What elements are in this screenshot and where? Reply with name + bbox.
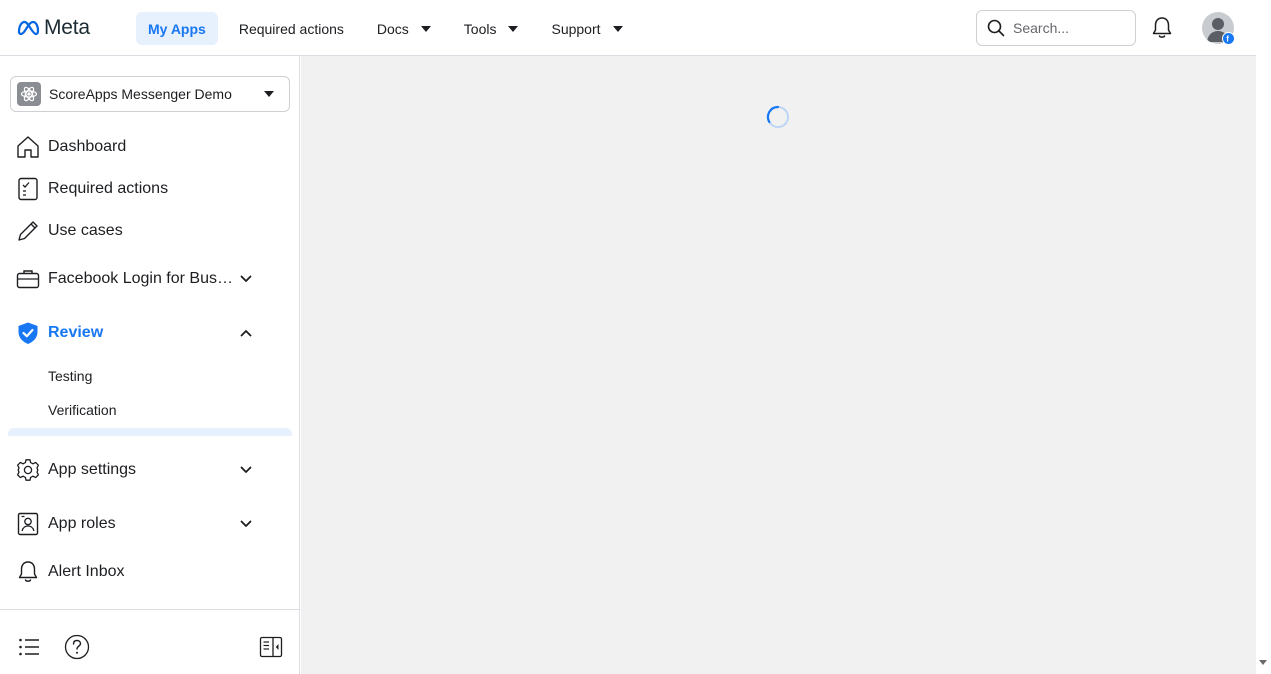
selected-item-highlight (8, 428, 292, 436)
svg-text:f: f (1226, 35, 1229, 44)
bell-icon (16, 560, 40, 584)
sidebar-item-label: Facebook Login for Business (48, 270, 234, 287)
top-nav: My Apps Required actions Docs Tools Supp… (136, 12, 644, 45)
sidebar-item-app-roles[interactable]: App roles (8, 504, 292, 544)
sidebar-item-alert-inbox[interactable]: Alert Inbox (8, 552, 292, 592)
home-icon (16, 135, 40, 159)
nav-required-actions[interactable]: Required actions (227, 12, 356, 45)
chevron-down-icon (234, 458, 258, 482)
brand-name: Meta (44, 16, 90, 39)
sidebar-subitem-verification[interactable]: Verification (48, 402, 116, 418)
sidebar-item-label: App settings (48, 461, 137, 478)
sidebar-item-facebook-login[interactable]: Facebook Login for Business (8, 259, 292, 299)
bell-icon (1152, 17, 1172, 38)
caret-down-icon (508, 26, 519, 32)
nav-label: Docs (376, 20, 409, 37)
sidebar-subitem-testing[interactable]: Testing (48, 368, 92, 384)
sidebar-item-label: Review (48, 324, 104, 341)
nav-label: Support (551, 20, 601, 37)
sidebar-item-label: Dashboard (48, 138, 127, 155)
search-input[interactable] (1013, 20, 1123, 36)
sidebar-item-label: App roles (48, 515, 116, 532)
facebook-badge-icon: f (1222, 32, 1235, 45)
sidebar-item-required-actions[interactable]: Required actions (8, 169, 292, 209)
caret-down-icon (264, 91, 274, 97)
nav-label: Tools (463, 20, 497, 37)
caret-down-icon (420, 26, 431, 32)
list-view-button[interactable] (16, 634, 42, 660)
help-circle-icon (64, 634, 90, 660)
app-atom-icon (17, 82, 41, 106)
sidebar-collapse-icon (259, 636, 283, 658)
app-selector-dropdown[interactable]: ScoreApps Messenger Demo (10, 76, 290, 112)
person-badge-icon (16, 512, 40, 536)
avatar[interactable]: f (1202, 12, 1235, 45)
caret-down-icon (612, 26, 623, 32)
sidebar-item-review[interactable]: Review (8, 313, 292, 353)
help-button[interactable] (64, 634, 90, 660)
chevron-down-icon (234, 512, 258, 536)
nav-my-apps[interactable]: My Apps (136, 12, 218, 45)
chevron-up-icon (234, 321, 258, 345)
sidebar-item-label: Use cases (48, 222, 123, 239)
checklist-icon (16, 177, 40, 201)
search-icon (987, 19, 1005, 37)
main-content (301, 56, 1256, 674)
scroll-down-arrow-icon[interactable] (1259, 660, 1267, 665)
shield-check-icon (16, 321, 40, 345)
gear-icon (16, 458, 40, 482)
sidebar-item-use-cases[interactable]: Use cases (8, 211, 292, 251)
sidebar-footer (0, 609, 300, 674)
nav-label: Required actions (238, 20, 344, 37)
notifications-button[interactable] (1151, 16, 1173, 45)
loading-spinner-icon (766, 105, 789, 128)
nav-tools[interactable]: Tools (452, 12, 531, 45)
sidebar-item-label: Alert Inbox (48, 563, 125, 580)
sidebar-item-label: Required actions (48, 180, 169, 197)
meta-infinity-icon (17, 20, 40, 36)
nav-support[interactable]: Support (539, 12, 634, 45)
briefcase-icon (16, 267, 40, 291)
sidebar: ScoreApps Messenger Demo Dashboard Requi… (0, 56, 300, 674)
collapse-sidebar-button[interactable] (258, 634, 284, 660)
pencil-icon (16, 219, 40, 243)
nav-label: My Apps (148, 20, 206, 37)
sidebar-item-dashboard[interactable]: Dashboard (8, 127, 292, 167)
page-scrollbar[interactable] (1256, 0, 1271, 674)
app-name: ScoreApps Messenger Demo (49, 86, 232, 102)
nav-docs[interactable]: Docs (365, 12, 443, 45)
top-navigation-bar: Meta My Apps Required actions Docs Tools… (0, 0, 1256, 56)
sidebar-item-app-settings[interactable]: App settings (8, 450, 292, 490)
list-icon (19, 638, 39, 656)
search-box[interactable] (976, 10, 1136, 46)
chevron-down-icon (234, 267, 258, 291)
meta-logo[interactable]: Meta (16, 16, 90, 40)
